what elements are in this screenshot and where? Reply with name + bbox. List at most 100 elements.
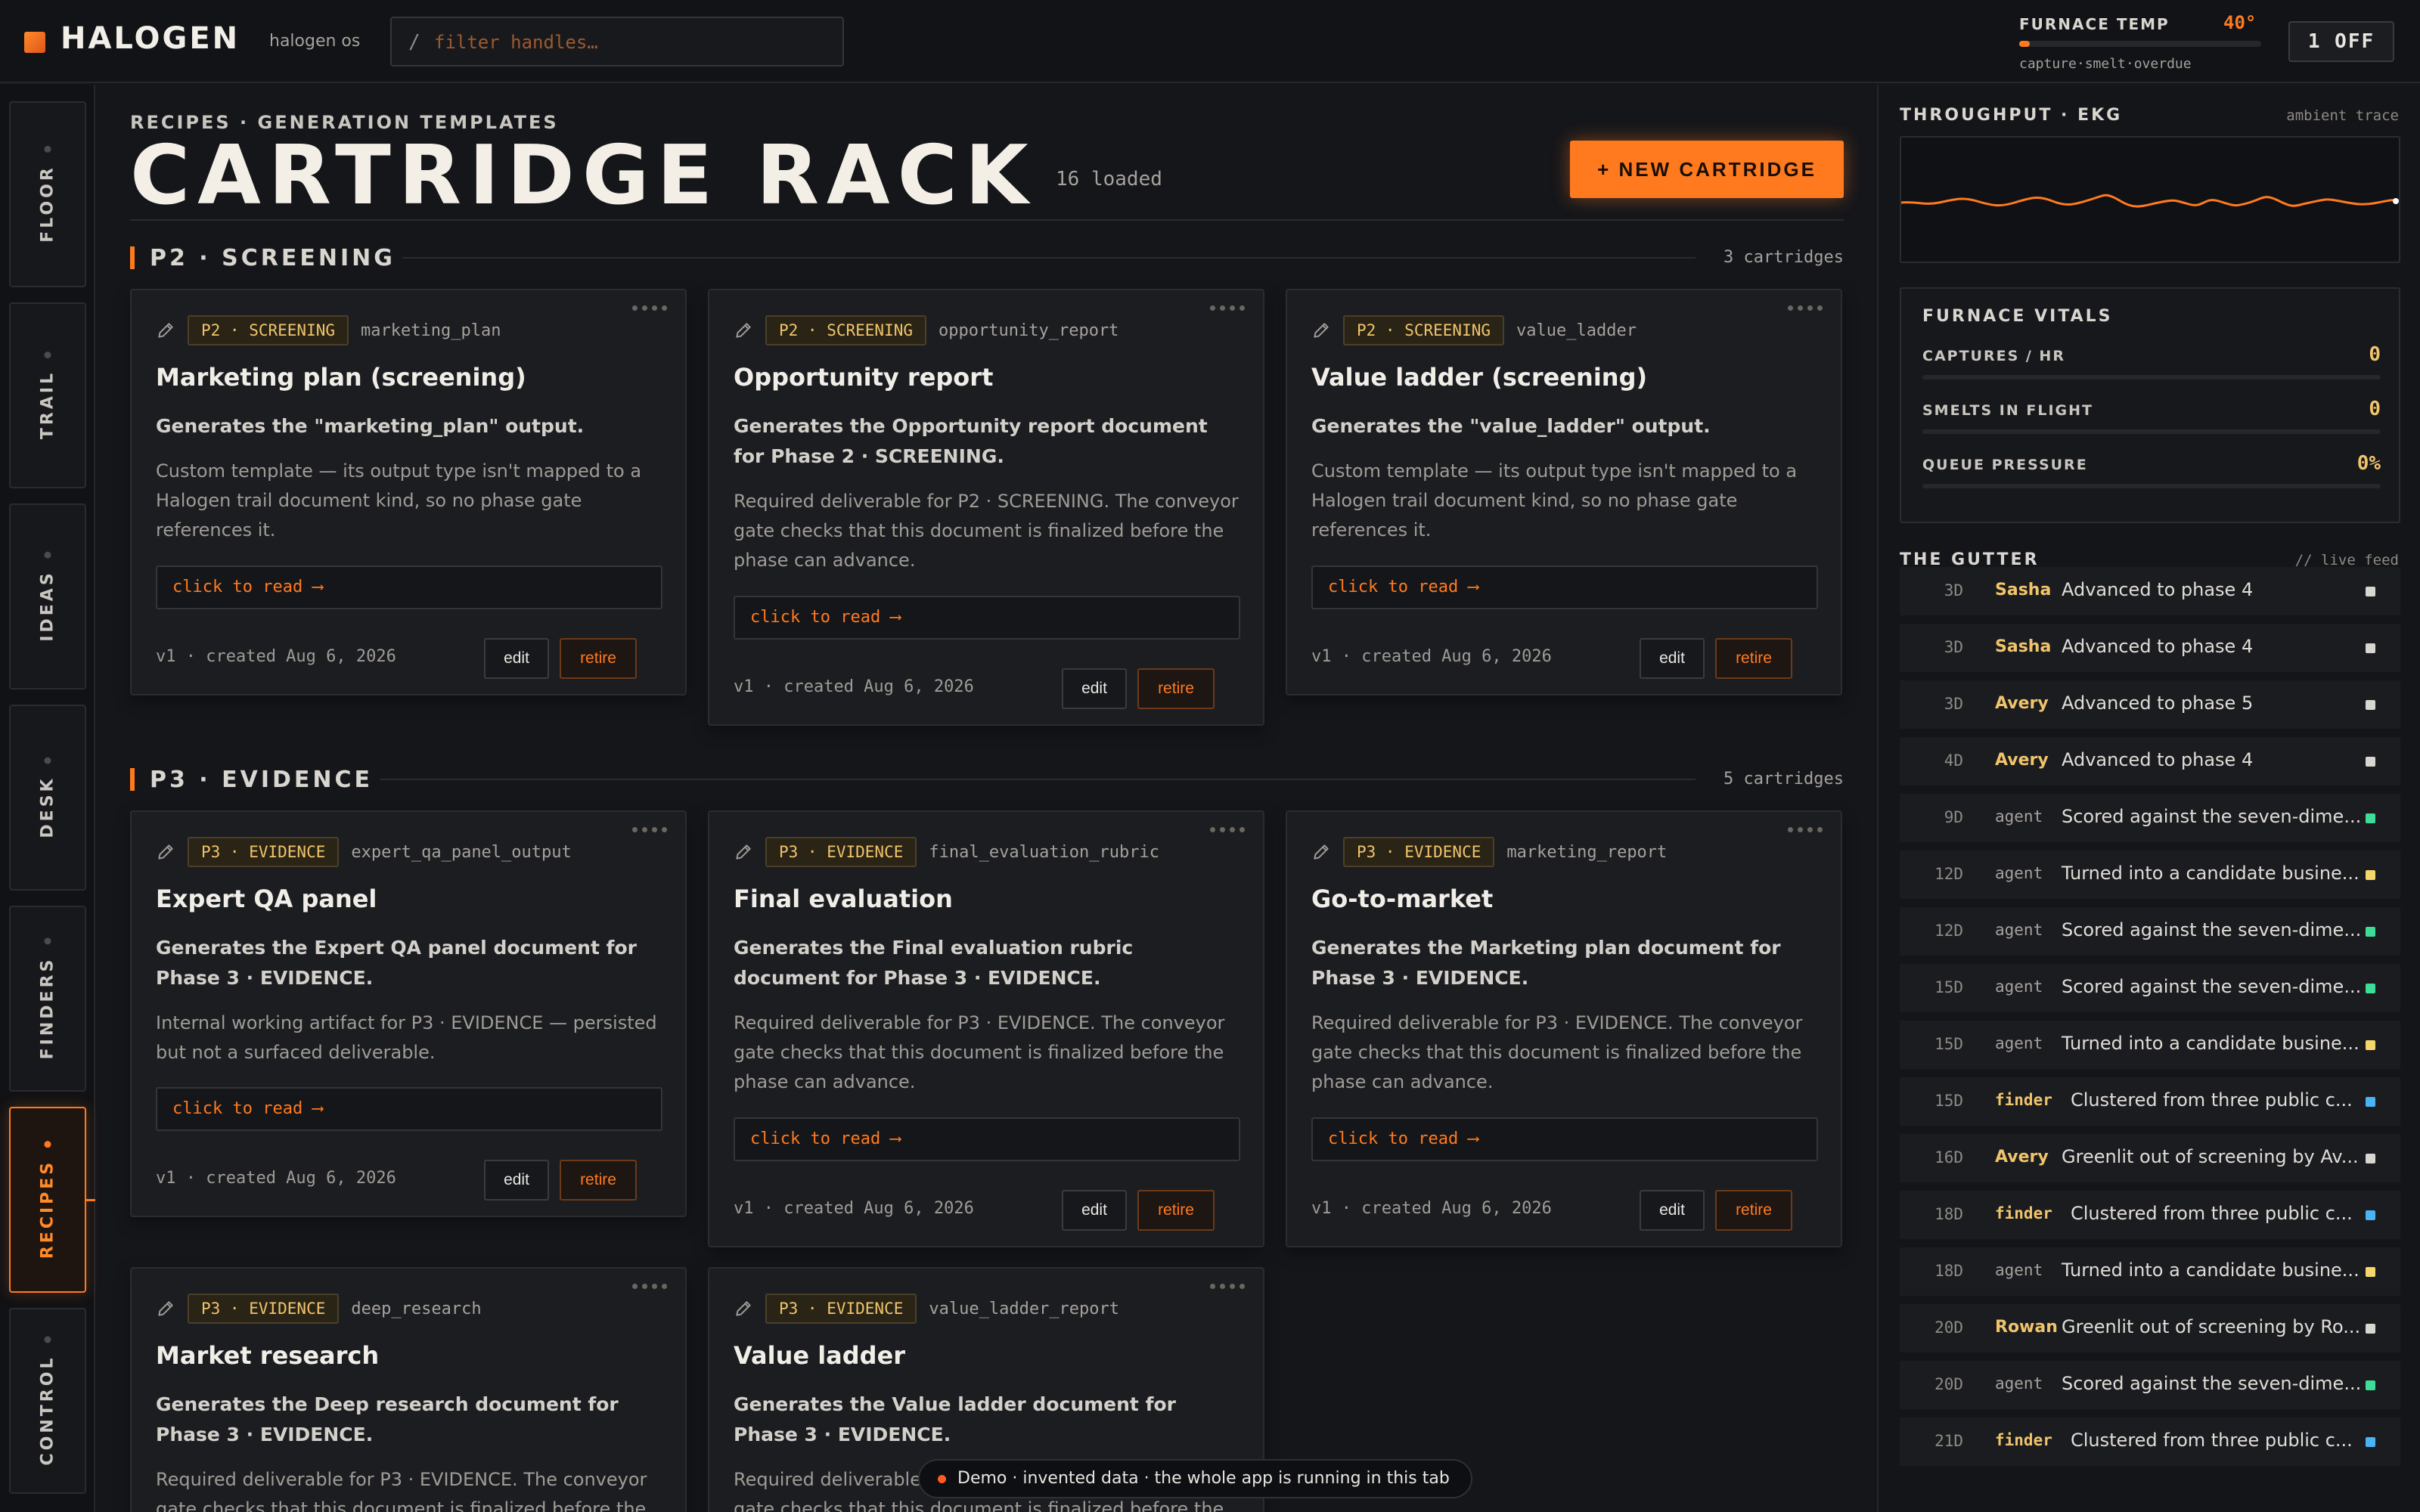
nav-item-ideas[interactable]: IDEAS bbox=[9, 503, 86, 689]
pencil-icon[interactable] bbox=[156, 1299, 175, 1318]
retire-button[interactable]: retire bbox=[560, 1160, 637, 1201]
nav-item-finders[interactable]: FINDERS bbox=[9, 906, 86, 1092]
filter-input[interactable] bbox=[434, 27, 827, 57]
edit-button[interactable]: edit bbox=[1640, 1190, 1705, 1231]
click-to-read-button[interactable]: click to read ⟶ bbox=[734, 596, 1240, 640]
feed-row[interactable]: 15D finder Clustered from three public c..… bbox=[1900, 1077, 2400, 1127]
card-menu-icon[interactable] bbox=[632, 827, 667, 832]
feed-age: 15D bbox=[1934, 1035, 1963, 1053]
feed-actor: agent bbox=[1995, 921, 2043, 939]
off-toggle-button[interactable]: 1 OFF bbox=[2288, 21, 2394, 62]
cartridge-card[interactable]: P2 · SCREENING value_ladder Value ladder (… bbox=[1286, 289, 1842, 696]
click-to-read-button[interactable]: click to read ⟶ bbox=[156, 565, 662, 609]
cartridge-card[interactable]: P2 · SCREENING opportunity_report Opportun… bbox=[708, 289, 1264, 726]
feed-text: Scored against the seven-dime... bbox=[2062, 919, 2362, 940]
click-to-read-button[interactable]: click to read ⟶ bbox=[1311, 1117, 1818, 1161]
feed-row[interactable]: 20D agent Scored against the seven-dime... bbox=[1900, 1361, 2400, 1411]
feed-row[interactable]: 12D agent Turned into a candidate busine..… bbox=[1900, 850, 2400, 900]
furnace-temp-value: 40° bbox=[2223, 12, 2257, 33]
phase-tag: P3 · EVIDENCE bbox=[765, 837, 917, 867]
pencil-icon[interactable] bbox=[1311, 321, 1331, 340]
cartridge-card[interactable]: P3 · EVIDENCE final_evaluation_rubric Fina… bbox=[708, 810, 1264, 1247]
pencil-icon[interactable] bbox=[156, 321, 175, 340]
pencil-icon[interactable] bbox=[734, 842, 753, 862]
feed-row[interactable]: 18D agent Turned into a candidate busine..… bbox=[1900, 1247, 2400, 1297]
nav-item-floor[interactable]: FLOOR bbox=[9, 101, 86, 287]
card-description: Required deliverable for P2 · SCREENING.… bbox=[734, 491, 1239, 571]
card-header: P3 · EVIDENCE deep_research bbox=[156, 1291, 482, 1326]
ekg-head-dot bbox=[2393, 198, 2399, 204]
click-to-read-button[interactable]: click to read ⟶ bbox=[1311, 565, 1818, 609]
new-cartridge-button[interactable]: + NEW CARTRIDGE bbox=[1570, 141, 1844, 198]
pencil-icon[interactable] bbox=[734, 321, 753, 340]
card-menu-icon[interactable] bbox=[1210, 1284, 1245, 1289]
pencil-icon[interactable] bbox=[734, 1299, 753, 1318]
feed-row[interactable]: 12D agent Scored against the seven-dime... bbox=[1900, 907, 2400, 957]
feed-row[interactable]: 3D Sasha Advanced to phase 4 bbox=[1900, 567, 2400, 617]
card-handle: opportunity_report bbox=[939, 321, 1119, 340]
card-handle: value_ladder_report bbox=[929, 1299, 1120, 1318]
nav-item-label: FLOOR bbox=[38, 165, 57, 243]
card-summary: Generates the "value_ladder" output. bbox=[1311, 415, 1711, 437]
active-nav-indicator bbox=[86, 1199, 95, 1201]
card-menu-icon[interactable] bbox=[1788, 305, 1823, 311]
nav-item-desk[interactable]: DESK bbox=[9, 705, 86, 891]
card-menu-icon[interactable] bbox=[632, 1284, 667, 1289]
card-description: Custom template — its output type isn't … bbox=[1311, 460, 1798, 541]
feed-row[interactable]: 3D Sasha Advanced to phase 4 bbox=[1900, 624, 2400, 674]
feed-row[interactable]: 21D finder Clustered from three public c..… bbox=[1900, 1418, 2400, 1467]
cartridge-card[interactable]: P2 · SCREENING marketing_plan Marketing pl… bbox=[130, 289, 687, 696]
nav-item-trail[interactable]: TRAIL bbox=[9, 302, 86, 488]
feed-row[interactable]: 4D Avery Advanced to phase 4 bbox=[1900, 737, 2400, 787]
feed-row[interactable]: 15D agent Turned into a candidate busine..… bbox=[1900, 1021, 2400, 1070]
feed-status-dot-icon bbox=[2366, 1437, 2375, 1447]
throughput-title: THROUGHPUT · EKG bbox=[1900, 106, 2123, 125]
nav-item-label: TRAIL bbox=[38, 370, 57, 440]
card-description: Internal working artifact for P3 · EVIDE… bbox=[156, 1012, 657, 1063]
nav-item-label: IDEAS bbox=[38, 570, 57, 642]
nav-item-recipes[interactable]: RECIPES bbox=[9, 1107, 86, 1293]
retire-button[interactable]: retire bbox=[1715, 638, 1792, 679]
retire-button[interactable]: retire bbox=[1137, 1190, 1215, 1231]
cartridge-card[interactable]: P3 · EVIDENCE deep_research Market researc… bbox=[130, 1267, 687, 1512]
feed-row[interactable]: 15D agent Scored against the seven-dime... bbox=[1900, 964, 2400, 1014]
retire-button[interactable]: retire bbox=[1715, 1190, 1792, 1231]
card-menu-icon[interactable] bbox=[1788, 827, 1823, 832]
ekg-line bbox=[1900, 194, 2400, 208]
card-menu-icon[interactable] bbox=[1210, 827, 1245, 832]
edit-button[interactable]: edit bbox=[484, 638, 549, 679]
feed-status-dot-icon bbox=[2366, 984, 2375, 993]
retire-button[interactable]: retire bbox=[560, 638, 637, 679]
card-description: Required deliverable for P3 · EVIDENCE. … bbox=[1311, 1012, 1803, 1092]
click-to-read-button[interactable]: click to read ⟶ bbox=[734, 1117, 1240, 1161]
feed-row[interactable]: 20D Rowan Greenlit out of screening by Ro.… bbox=[1900, 1304, 2400, 1354]
nav-item-label: FINDERS bbox=[38, 956, 57, 1060]
edit-button[interactable]: edit bbox=[1062, 1190, 1127, 1231]
vital-value: 0 bbox=[2369, 343, 2381, 366]
feed-row[interactable]: 9D agent Scored against the seven-dime... bbox=[1900, 794, 2400, 844]
cartridge-card[interactable]: P3 · EVIDENCE expert_qa_panel_output Exper… bbox=[130, 810, 687, 1217]
feed-row[interactable]: 3D Avery Advanced to phase 5 bbox=[1900, 680, 2400, 730]
feed-actor: Avery bbox=[1995, 694, 2049, 713]
feed-text: Turned into a candidate busine... bbox=[2062, 863, 2360, 884]
pencil-icon[interactable] bbox=[156, 842, 175, 862]
feed-actor: agent bbox=[1995, 864, 2043, 882]
feed-row[interactable]: 16D Avery Greenlit out of screening by Av.… bbox=[1900, 1134, 2400, 1184]
edit-button[interactable]: edit bbox=[484, 1160, 549, 1201]
card-header: P3 · EVIDENCE final_evaluation_rubric bbox=[734, 835, 1159, 869]
feed-age: 21D bbox=[1934, 1432, 1963, 1450]
card-description: Required deliverable for P3 · EVIDENCE. … bbox=[734, 1012, 1225, 1092]
furnace-temp-meter-fill bbox=[2019, 41, 2031, 47]
edit-button[interactable]: edit bbox=[1640, 638, 1705, 679]
section-count: 5 cartridges bbox=[1723, 770, 1844, 789]
card-menu-icon[interactable] bbox=[1210, 305, 1245, 311]
vital-value: 0 bbox=[2369, 398, 2381, 420]
cartridge-card[interactable]: P3 · EVIDENCE marketing_report Go-to-marke… bbox=[1286, 810, 1842, 1247]
card-menu-icon[interactable] bbox=[632, 305, 667, 311]
nav-item-control[interactable]: CONTROL bbox=[9, 1308, 86, 1494]
retire-button[interactable]: retire bbox=[1137, 668, 1215, 709]
edit-button[interactable]: edit bbox=[1062, 668, 1127, 709]
pencil-icon[interactable] bbox=[1311, 842, 1331, 862]
click-to-read-button[interactable]: click to read ⟶ bbox=[156, 1087, 662, 1131]
feed-row[interactable]: 18D finder Clustered from three public c..… bbox=[1900, 1191, 2400, 1241]
